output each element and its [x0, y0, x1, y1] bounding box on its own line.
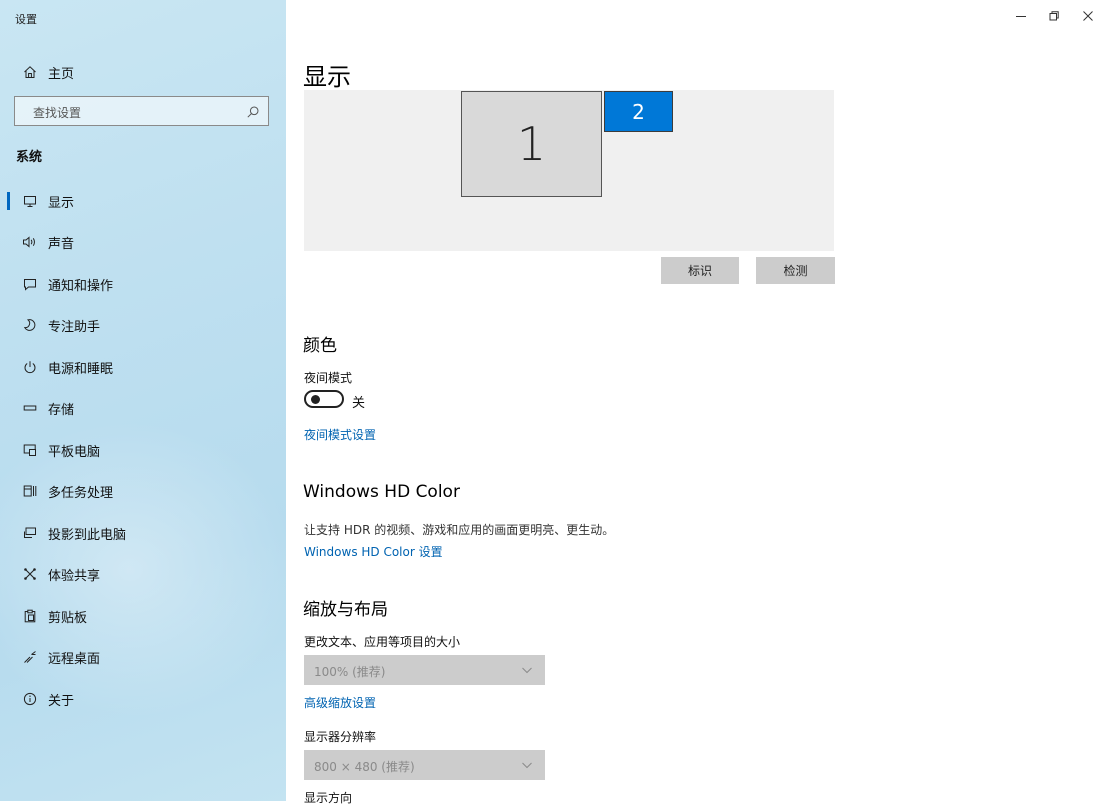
restore-button[interactable]	[1046, 8, 1062, 24]
sidebar-item-label: 剪贴板	[48, 610, 88, 626]
scale-value: 100% (推荐)	[314, 665, 386, 679]
app-title: 设置	[15, 13, 37, 26]
orientation-label: 显示方向	[304, 791, 353, 805]
project-icon	[22, 525, 38, 541]
close-button[interactable]	[1080, 8, 1096, 24]
hdr-heading: Windows HD Color	[303, 482, 460, 502]
storage-icon	[22, 400, 38, 416]
search-icon	[246, 104, 260, 118]
sidebar-item-label: 电源和睡眠	[48, 361, 114, 377]
home-nav-item[interactable]: 主页	[0, 52, 286, 92]
sidebar-item-focus-assist[interactable]: 专注助手	[0, 305, 286, 345]
sidebar-item-label: 专注助手	[48, 319, 101, 335]
section-header-system: 系统	[16, 150, 43, 165]
home-label: 主页	[48, 66, 75, 82]
chevron-down-icon	[522, 762, 532, 769]
sidebar-item-label: 投影到此电脑	[48, 527, 127, 543]
detect-button[interactable]: 检测	[756, 257, 835, 284]
sidebar-item-storage[interactable]: 存储	[0, 388, 286, 428]
sidebar-item-clipboard[interactable]: 剪贴板	[0, 596, 286, 636]
search-placeholder: 查找设置	[33, 106, 82, 120]
search-input[interactable]: 查找设置	[14, 96, 269, 126]
monitor-2[interactable]: 2	[604, 91, 673, 132]
hdr-description: 让支持 HDR 的视频、游戏和应用的画面更明亮、更生动。	[304, 523, 615, 537]
night-light-label: 夜间模式	[304, 371, 353, 385]
monitor-1[interactable]: 1	[461, 91, 602, 197]
size-label: 更改文本、应用等项目的大小	[304, 635, 461, 649]
info-icon	[22, 691, 38, 707]
close-icon	[1083, 11, 1093, 21]
sidebar-item-sound[interactable]: 声音	[0, 222, 286, 262]
advanced-scaling-link[interactable]: 高级缩放设置	[304, 694, 376, 711]
sidebar-item-remote-desktop[interactable]: 远程桌面	[0, 637, 286, 677]
toggle-knob	[311, 395, 320, 404]
speaker-icon	[22, 234, 38, 250]
multitask-icon	[22, 483, 38, 499]
minimize-button[interactable]	[1013, 8, 1029, 24]
resolution-dropdown[interactable]: 800 × 480 (推荐)	[304, 750, 545, 780]
color-heading: 颜色	[303, 336, 337, 356]
power-icon	[22, 359, 38, 375]
sidebar-item-label: 平板电脑	[48, 444, 101, 460]
sidebar-item-multitasking[interactable]: 多任务处理	[0, 471, 286, 511]
monitor-icon	[22, 193, 38, 209]
active-indicator	[7, 192, 10, 210]
sidebar-item-power[interactable]: 电源和睡眠	[0, 347, 286, 387]
sidebar-item-label: 通知和操作	[48, 278, 114, 294]
sidebar-item-display[interactable]: 显示	[0, 181, 286, 221]
resolution-label: 显示器分辨率	[304, 730, 377, 744]
sidebar-item-shared-experiences[interactable]: 体验共享	[0, 554, 286, 594]
scale-dropdown[interactable]: 100% (推荐)	[304, 655, 545, 685]
night-light-toggle[interactable]	[304, 390, 344, 408]
sidebar-item-notifications[interactable]: 通知和操作	[0, 264, 286, 304]
sidebar-item-label: 显示	[48, 195, 75, 211]
sidebar-item-label: 远程桌面	[48, 651, 101, 667]
sidebar-item-about[interactable]: 关于	[0, 679, 286, 719]
sidebar-item-label: 多任务处理	[48, 485, 114, 501]
home-icon	[22, 64, 38, 80]
page-title: 显示	[303, 63, 351, 91]
night-light-state: 关	[352, 396, 366, 411]
tablet-icon	[22, 442, 38, 458]
identify-button[interactable]: 标识	[661, 257, 739, 284]
sidebar-item-label: 关于	[48, 693, 75, 709]
notification-icon	[22, 276, 38, 292]
sidebar-item-tablet[interactable]: 平板电脑	[0, 430, 286, 470]
sidebar-item-label: 存储	[48, 402, 75, 418]
night-light-settings-link[interactable]: 夜间模式设置	[304, 426, 376, 443]
scale-heading: 缩放与布局	[303, 600, 388, 620]
clipboard-icon	[22, 608, 38, 624]
sidebar-item-project[interactable]: 投影到此电脑	[0, 513, 286, 553]
chevron-down-icon	[522, 667, 532, 674]
sidebar-item-label: 声音	[48, 236, 75, 252]
resolution-value: 800 × 480 (推荐)	[314, 760, 415, 774]
minimize-icon	[1016, 16, 1026, 17]
sidebar: 设置 主页 查找设置 系统 显示 声音 通知和操作 专注助手 电源和睡眠 存储 …	[0, 0, 286, 801]
share-icon	[22, 566, 38, 582]
hdr-settings-link[interactable]: Windows HD Color 设置	[304, 543, 443, 560]
moon-icon	[22, 317, 38, 333]
remote-desktop-icon	[22, 649, 38, 665]
display-arrangement: 1 2	[304, 90, 834, 251]
restore-icon	[1049, 11, 1059, 21]
sidebar-item-label: 体验共享	[48, 568, 101, 584]
